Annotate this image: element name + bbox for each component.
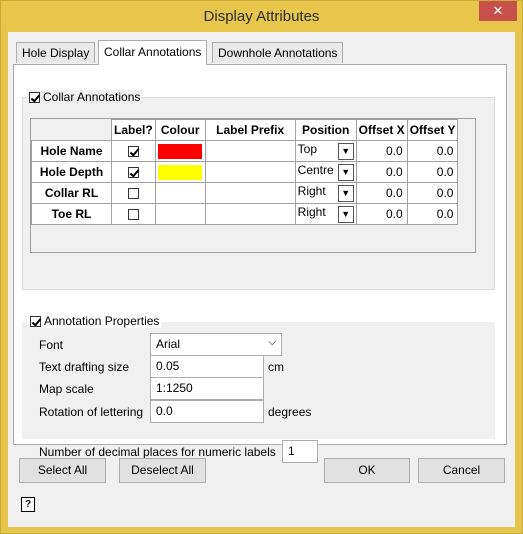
- tab-panel: Collar Annotations Label? Colour Label P…: [13, 64, 507, 463]
- column-header-offset-y: Offset Y: [406, 119, 459, 141]
- column-header-colour: Colour: [154, 119, 206, 141]
- font-label: Font: [39, 338, 64, 352]
- label-cell: [111, 140, 156, 162]
- collar-annotations-group-label: Collar Annotations: [27, 90, 143, 104]
- font-value: Arial: [156, 337, 181, 351]
- tab-hole-display[interactable]: Hole Display: [16, 42, 96, 63]
- column-header-offset-x: Offset X: [355, 119, 408, 141]
- offset-x-cell[interactable]: 0.0: [355, 161, 408, 183]
- annotation-properties-group-label: Annotation Properties: [28, 314, 162, 328]
- chevron-down-icon[interactable]: ▼: [337, 164, 354, 181]
- offset-x-cell[interactable]: 0.0: [355, 140, 408, 162]
- chevron-down-icon[interactable]: ▼: [337, 185, 354, 202]
- label-checkbox[interactable]: [127, 209, 139, 221]
- offset-y-cell[interactable]: 0.0: [406, 182, 459, 204]
- row-header-collar-rl: Collar RL: [31, 182, 112, 204]
- position-value: Top: [297, 142, 318, 156]
- colour-cell[interactable]: [154, 140, 206, 162]
- collar-annotations-checkbox[interactable]: [29, 91, 40, 103]
- annotation-properties-checkbox[interactable]: [30, 315, 41, 327]
- row-header-hole-name: Hole Name: [31, 140, 112, 162]
- dialog-window: Display Attributes ✕ Hole Display Collar…: [0, 0, 523, 534]
- help-icon[interactable]: ?: [21, 497, 35, 512]
- position-cell[interactable]: Centre ▼: [294, 161, 357, 183]
- position-cell[interactable]: Top ▼: [294, 140, 357, 162]
- annotation-properties-label: Annotation Properties: [44, 314, 160, 328]
- table-corner: [31, 119, 112, 141]
- label-cell: [111, 161, 156, 183]
- annotations-table: Label? Colour Label Prefix Position Offs…: [31, 119, 459, 225]
- row-header-hole-depth: Hole Depth: [31, 161, 112, 183]
- table-row: Hole Name Top ▼ 0.0 0.0: [31, 140, 459, 162]
- map-scale-label: Map scale: [39, 382, 94, 396]
- ok-button[interactable]: OK: [324, 458, 410, 483]
- decimal-places-input[interactable]: 1: [282, 440, 318, 463]
- offset-x-cell[interactable]: 0.0: [355, 182, 408, 204]
- column-header-label-prefix: Label Prefix: [204, 119, 296, 141]
- table-row: Collar RL Right ▼ 0.0 0.0: [31, 182, 459, 204]
- colour-swatch[interactable]: [157, 143, 202, 159]
- chevron-down-icon: ⌵: [268, 337, 276, 348]
- collar-annotations-grid: Label? Colour Label Prefix Position Offs…: [30, 118, 476, 253]
- dialog-client: Hole Display Collar Annotations Downhole…: [8, 32, 515, 527]
- colour-cell[interactable]: [154, 182, 206, 204]
- offset-y-cell[interactable]: 0.0: [406, 140, 459, 162]
- position-value: Centre: [297, 163, 334, 177]
- position-cell[interactable]: Right ▼: [294, 182, 357, 204]
- label-prefix-cell[interactable]: [204, 203, 296, 225]
- position-value: Right: [297, 205, 326, 219]
- tab-downhole-annotations[interactable]: Downhole Annotations: [212, 42, 344, 63]
- colour-cell[interactable]: [154, 161, 206, 183]
- window-title: Display Attributes: [203, 8, 320, 25]
- chevron-down-icon[interactable]: ▼: [337, 206, 354, 223]
- select-all-button[interactable]: Select All: [19, 458, 106, 483]
- table-header-row: Label? Colour Label Prefix Position Offs…: [31, 119, 459, 141]
- close-icon: ✕: [492, 3, 504, 18]
- offset-y-cell[interactable]: 0.0: [406, 161, 459, 183]
- text-drafting-size-input[interactable]: 0.05: [150, 355, 264, 378]
- colour-swatch[interactable]: [157, 164, 202, 180]
- label-prefix-cell[interactable]: [204, 140, 296, 162]
- font-select[interactable]: Arial ⌵: [150, 333, 282, 356]
- colour-cell[interactable]: [154, 203, 206, 225]
- label-cell: [111, 182, 156, 204]
- offset-y-cell[interactable]: 0.0: [406, 203, 459, 225]
- map-scale-input[interactable]: 1:1250: [150, 377, 264, 400]
- decimal-places-label: Number of decimal places for numeric lab…: [39, 445, 276, 459]
- rotation-input[interactable]: 0.0: [150, 400, 264, 423]
- offset-x-cell[interactable]: 0.0: [355, 203, 408, 225]
- chevron-down-icon[interactable]: ▼: [337, 143, 354, 160]
- column-header-label: Label?: [111, 119, 156, 141]
- label-checkbox[interactable]: [127, 146, 139, 158]
- label-cell: [111, 203, 156, 225]
- label-prefix-cell[interactable]: [204, 182, 296, 204]
- deselect-all-button[interactable]: Deselect All: [119, 458, 206, 483]
- rotation-unit: degrees: [268, 405, 312, 419]
- column-header-position: Position: [294, 119, 357, 141]
- rotation-label: Rotation of lettering: [39, 405, 144, 419]
- collar-annotations-group: Collar Annotations Label? Colour Label P…: [22, 90, 495, 290]
- text-drafting-size-unit: cm: [268, 360, 284, 374]
- title-bar: Display Attributes ✕: [1, 1, 522, 31]
- table-row: Hole Depth Centre ▼ 0.0 0.0: [31, 161, 459, 183]
- label-prefix-cell[interactable]: [204, 161, 296, 183]
- table-row: Toe RL Right ▼ 0.0 0.0: [31, 203, 459, 225]
- tab-collar-annotations[interactable]: Collar Annotations: [98, 40, 208, 65]
- label-checkbox[interactable]: [127, 167, 139, 179]
- close-button[interactable]: ✕: [479, 1, 517, 21]
- cancel-button[interactable]: Cancel: [418, 458, 505, 483]
- collar-annotations-label: Collar Annotations: [43, 90, 141, 104]
- position-value: Right: [297, 184, 326, 198]
- text-drafting-size-label: Text drafting size: [39, 360, 130, 374]
- row-header-toe-rl: Toe RL: [31, 203, 112, 225]
- label-checkbox[interactable]: [127, 188, 139, 200]
- position-cell[interactable]: Right ▼: [294, 203, 357, 225]
